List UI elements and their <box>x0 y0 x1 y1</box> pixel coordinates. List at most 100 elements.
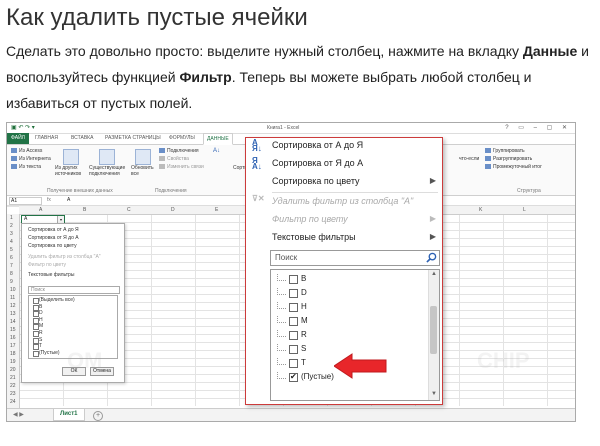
row-header[interactable]: 9 <box>10 279 13 285</box>
row-header[interactable]: 12 <box>10 303 16 309</box>
menu-sort-az[interactable]: A Я↓ Сортировка от А до Я <box>246 138 442 154</box>
ribbon-refresh-all[interactable]: Обновить все <box>131 165 155 177</box>
list-scrollbar[interactable]: ▲ ▼ <box>428 270 439 400</box>
small-sort-az[interactable]: Сортировка от А до Я <box>28 227 79 233</box>
small-list-item: H <box>39 316 43 323</box>
window-title: Книга1 - Excel <box>267 125 300 131</box>
row-header[interactable]: 17 <box>10 343 16 349</box>
row-header[interactable]: 7 <box>10 263 13 269</box>
filter-value-item[interactable]: D <box>277 288 417 300</box>
fx-icon[interactable]: fx <box>47 197 51 203</box>
small-text-filters[interactable]: Текстовые фильтры <box>28 272 74 278</box>
small-remove-filter: Удалить фильтр из столбца "A" <box>28 254 101 260</box>
row-header[interactable]: 15 <box>10 327 16 333</box>
filter-value-checkbox[interactable] <box>289 331 298 340</box>
menu-sort-za[interactable]: Я A↓ Сортировка от Я до А <box>246 156 442 172</box>
tab-home[interactable]: ГЛАВНАЯ <box>35 135 58 141</box>
menu-sort-color[interactable]: Сортировка по цвету ▶ <box>246 174 442 190</box>
tree-line <box>277 316 286 323</box>
row-header[interactable]: 23 <box>10 391 16 397</box>
ribbon-existing-connections[interactable]: Существующие подключения <box>89 165 125 177</box>
ribbon-other-sources[interactable]: Из других источников <box>55 165 85 177</box>
filter-value-checkbox[interactable] <box>289 345 298 354</box>
red-arrow-icon <box>334 353 387 379</box>
paragraph-bold-data: Данные <box>522 43 578 59</box>
row-header[interactable]: 16 <box>10 335 16 341</box>
row-header[interactable]: 2 <box>10 223 13 229</box>
tab-page-layout[interactable]: РАЗМЕТКА СТРАНИЦЫ <box>105 135 161 141</box>
sheet-tab-1[interactable]: Лист1 <box>53 409 85 421</box>
sheet-nav-icon[interactable]: ◀ ▶ <box>13 411 24 418</box>
row-header[interactable]: 4 <box>10 239 13 245</box>
row-header[interactable]: 1 <box>10 215 13 221</box>
row-header[interactable]: 21 <box>10 375 16 381</box>
ribbon-from-text[interactable]: Из текста <box>11 164 41 170</box>
row-header[interactable]: 10 <box>10 287 16 293</box>
filter-value-item[interactable]: R <box>277 330 417 342</box>
row-header[interactable]: 24 <box>10 399 16 405</box>
row-header[interactable]: 11 <box>10 295 15 301</box>
ribbon-from-access[interactable]: Из Access <box>11 148 42 154</box>
ribbon-what-if[interactable]: что-если <box>459 156 479 162</box>
row-header[interactable]: 14 <box>10 319 16 325</box>
row-header[interactable]: 3 <box>10 231 13 237</box>
refresh-all-icon[interactable] <box>135 149 151 165</box>
text-icon <box>11 164 17 170</box>
ribbon-properties[interactable]: Свойства <box>159 156 189 162</box>
tab-data[interactable]: ДАННЫЕ <box>203 133 233 145</box>
formula-input[interactable]: A <box>67 197 70 203</box>
column-header[interactable]: C <box>127 207 131 213</box>
other-sources-icon[interactable] <box>63 149 79 165</box>
scroll-thumb[interactable] <box>430 306 437 354</box>
menu-text-filters[interactable]: Текстовые фильтры ▶ <box>246 230 442 246</box>
ribbon-edit-links[interactable]: Изменить связи <box>159 164 204 170</box>
row-header[interactable]: 8 <box>10 271 13 277</box>
filter-dropdown-icon[interactable]: ▾ <box>57 216 64 223</box>
column-header[interactable]: A <box>39 207 42 213</box>
row-header[interactable]: 19 <box>10 359 16 365</box>
paragraph-bold-filter: Фильтр <box>179 69 232 85</box>
filter-value-item[interactable]: H <box>277 302 417 314</box>
small-sort-za[interactable]: Сортировка от Я до А <box>28 235 79 241</box>
filter-value-checkbox[interactable] <box>289 289 298 298</box>
search-input[interactable]: Поиск <box>270 250 440 266</box>
filter-value-checkbox[interactable] <box>289 275 298 284</box>
scroll-up-icon[interactable]: ▲ <box>430 271 438 279</box>
column-header[interactable]: E <box>215 207 218 213</box>
column-header[interactable]: L <box>523 207 526 213</box>
ribbon-group[interactable]: Группировать <box>485 148 525 154</box>
ribbon-subtotal[interactable]: Промежуточный итог <box>485 164 542 170</box>
row-header[interactable]: 18 <box>10 351 16 357</box>
row-header[interactable]: 5 <box>10 247 13 253</box>
ribbon-from-web[interactable]: Из Интернета <box>11 156 51 162</box>
column-header[interactable]: D <box>171 207 175 213</box>
filter-value-item[interactable]: B <box>277 274 417 286</box>
quick-access-icons[interactable]: ▣ ↶ ↷ ▾ <box>11 124 35 131</box>
ribbon-ungroup[interactable]: Разгруппировать <box>485 156 532 162</box>
row-header[interactable]: 20 <box>10 367 16 373</box>
row-headers: 1 2 3 4 5 6 7 8 9 10 11 12 13 14 15 16 17 18 19 20 21 22 23 24 <box>7 214 20 414</box>
filter-value-checkbox[interactable] <box>289 359 298 368</box>
small-sort-color[interactable]: Сортировка по цвету <box>28 243 77 249</box>
column-header[interactable]: B <box>83 207 86 213</box>
filter-value-checkbox[interactable] <box>289 303 298 312</box>
scroll-down-icon[interactable]: ▼ <box>430 391 438 399</box>
ribbon-sort-icon[interactable]: A↓ <box>213 148 220 154</box>
ribbon-connections[interactable]: Подключения <box>159 148 199 154</box>
row-header[interactable]: 13 <box>10 311 16 317</box>
tab-formulas[interactable]: ФОРМУЛЫ <box>169 135 195 141</box>
filter-value-checkbox[interactable] <box>289 372 298 382</box>
small-search-input[interactable]: Поиск <box>28 286 120 294</box>
row-header[interactable]: 6 <box>10 255 13 261</box>
filter-value-item[interactable]: M <box>277 316 417 328</box>
tree-line <box>277 330 286 337</box>
tab-file[interactable]: ФАЙЛ <box>7 133 29 144</box>
column-header[interactable]: K <box>479 207 482 213</box>
window-controls-icon[interactable]: ? ▭ – ▢ ✕ <box>505 124 571 131</box>
existing-connections-icon[interactable] <box>99 149 115 165</box>
add-sheet-icon[interactable]: + <box>93 411 103 421</box>
filter-value-checkbox[interactable] <box>289 317 298 326</box>
name-box[interactable]: A1 <box>9 197 42 205</box>
row-header[interactable]: 22 <box>10 383 16 389</box>
tab-insert[interactable]: ВСТАВКА <box>71 135 93 141</box>
